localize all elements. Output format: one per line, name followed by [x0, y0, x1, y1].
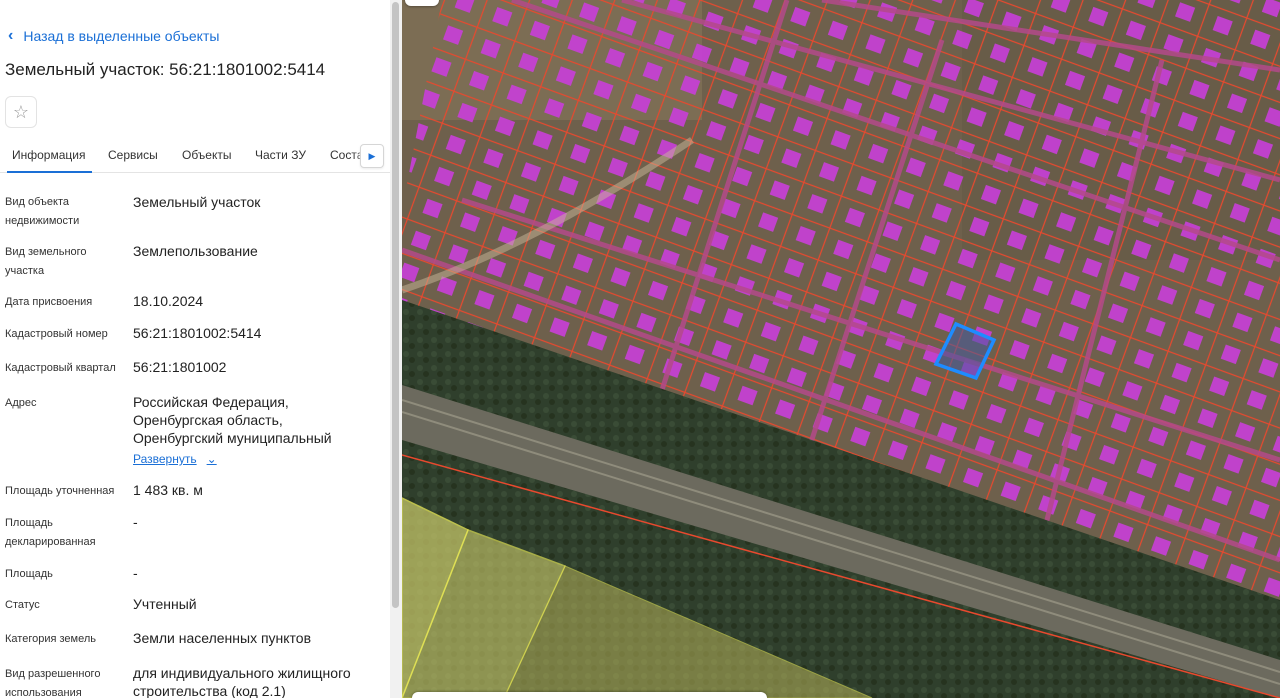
tab-bar: Информация Сервисы Объекты Части ЗУ Сост… — [0, 138, 390, 173]
cadastral-quarter-value: 56:21:1801002 — [133, 359, 227, 375]
prop-label: Площадь — [5, 568, 53, 580]
tab-services[interactable]: Сервисы — [108, 148, 158, 162]
map-bottom-panel[interactable] — [412, 692, 767, 698]
cadastral-number-value: 56:21:1801002:5414 — [133, 325, 262, 341]
satellite-map — [402, 0, 1280, 698]
land-category-value: Земли населенных пунктов — [133, 630, 312, 646]
area-value: 1 483 кв. м — [133, 482, 203, 498]
expand-label: Развернуть — [133, 452, 197, 466]
back-to-selected-link[interactable]: ‹ Назад в выделенные объекты — [8, 26, 219, 46]
prop-label: Площадь уточненная — [5, 485, 115, 497]
panel-scrollbar[interactable] — [390, 0, 402, 698]
chevron-down-icon: ⌄ — [206, 452, 217, 466]
permitted-use-value: для индивидуального жилищного строительс… — [133, 665, 351, 698]
prop-value: 18.10.2024 — [133, 293, 204, 309]
prop-label: Кадастровый номер — [5, 328, 108, 340]
chevron-left-icon: ‹ — [8, 27, 14, 44]
prop-label: Площадь декларированная — [5, 517, 96, 548]
prop-value: Землепользование — [133, 243, 258, 259]
scrollbar-thumb[interactable] — [392, 2, 399, 608]
chevron-right-icon: ▶ — [368, 150, 376, 161]
favorite-button[interactable]: ☆ — [5, 96, 37, 128]
prop-label: Адрес — [5, 397, 37, 409]
map-view[interactable] — [402, 0, 1280, 698]
prop-label: Вид объекта недвижимости — [5, 196, 80, 227]
prop-value: Земельный участок — [133, 194, 261, 210]
address-value: Российская Федерация, Оренбургская облас… — [133, 394, 332, 446]
tab-information[interactable]: Информация — [6, 148, 94, 173]
info-panel: ‹ Назад в выделенные объекты Земельный у… — [0, 0, 390, 698]
prop-value: - — [133, 514, 138, 530]
map-top-control[interactable] — [405, 0, 439, 6]
tabs-scroll-right-button[interactable]: ▶ — [360, 144, 384, 168]
address-expand-link[interactable]: Развернуть ⌄ — [133, 452, 217, 466]
status-value: Учтенный — [133, 596, 197, 612]
prop-label: Кадастровый квартал — [5, 362, 116, 374]
star-icon: ☆ — [12, 101, 30, 122]
prop-label: Дата присвоения — [5, 296, 93, 308]
prop-label: Категория земель — [5, 633, 96, 645]
back-link-label: Назад в выделенные объекты — [23, 28, 220, 44]
tab-objects[interactable]: Объекты — [182, 148, 232, 162]
page-title: Земельный участок: 56:21:1801002:5414 — [5, 60, 326, 79]
prop-label: Статус — [5, 599, 40, 611]
prop-label: Вид земельного участка — [5, 246, 87, 277]
prop-label: Вид разрешенного использования — [5, 668, 101, 698]
prop-value: - — [133, 565, 138, 581]
tab-land-parts[interactable]: Части ЗУ — [255, 148, 306, 162]
